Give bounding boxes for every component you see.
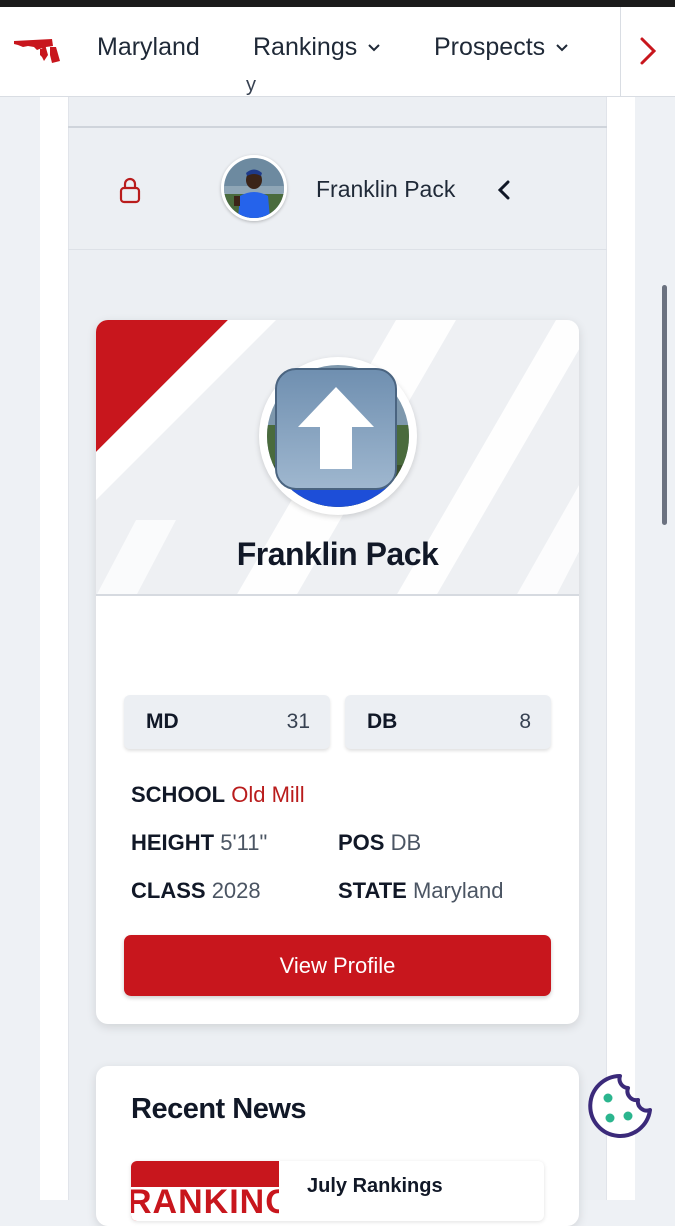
nav-item-prospects[interactable]: Prospects: [434, 33, 569, 62]
state-row: STATE Maryland: [338, 878, 503, 904]
scrollbar-thumb[interactable]: [662, 285, 667, 525]
upload-arrow-icon[interactable]: [274, 367, 398, 491]
news-item-title: July Rankings: [307, 1175, 443, 1197]
player-name: Franklin Pack: [316, 176, 456, 202]
recent-news-card: Recent News RANKINGS July Rankings: [96, 1066, 579, 1226]
class-value: 2028: [211, 878, 261, 903]
status-strip: [0, 0, 675, 7]
player-card-hero: Franklin Pack: [96, 320, 579, 596]
avatar[interactable]: [221, 155, 287, 221]
position-rank-pill: DB 8: [345, 695, 551, 749]
chevron-left-icon[interactable]: [494, 178, 514, 202]
position-row: POS DB: [338, 830, 421, 856]
position-label: POS: [338, 830, 385, 855]
player-card: Franklin Pack MD 31 DB 8 SCHOOL Old Mill…: [96, 320, 579, 1024]
nav-item-label: Maryland: [97, 33, 200, 61]
news-thumbnail: RANKINGS: [131, 1161, 279, 1221]
recent-news-heading: Recent News: [131, 1093, 307, 1125]
nav-item-label: Rankings: [253, 33, 358, 61]
nav-item-rankings[interactable]: Rankings: [253, 33, 381, 62]
height-row: HEIGHT 5'11": [131, 830, 267, 856]
player-card-name: Franklin Pack: [236, 536, 439, 572]
school-value[interactable]: Old Mill: [231, 782, 304, 807]
cut-off-heading: y: [246, 80, 256, 96]
rank-value: 8: [519, 710, 531, 733]
player-photo: [224, 158, 284, 218]
class-label: CLASS: [131, 878, 206, 903]
view-profile-button[interactable]: View Profile: [124, 935, 551, 996]
lock-icon[interactable]: [118, 176, 142, 204]
divider: [68, 249, 607, 250]
maryland-state-logo-icon[interactable]: [12, 37, 62, 67]
news-item[interactable]: RANKINGS July Rankings: [131, 1161, 544, 1221]
state-value: Maryland: [412, 878, 504, 903]
nav-divider: [620, 7, 621, 97]
rank-value: 31: [286, 710, 310, 733]
class-row: CLASS 2028: [131, 878, 261, 904]
position-value: DB: [390, 830, 422, 855]
chevron-down-icon: [556, 43, 568, 51]
nav-item-maryland[interactable]: Maryland: [97, 33, 200, 62]
rank-label: MD: [146, 710, 179, 733]
rank-label: DB: [367, 710, 398, 733]
thumbnail-text: RANKINGS: [131, 1183, 279, 1221]
top-navbar: Maryland Rankings Prospects: [0, 7, 675, 97]
school-row: SCHOOL Old Mill: [131, 782, 305, 808]
nav-item-label: Prospects: [434, 33, 546, 61]
height-value: 5'11": [220, 830, 268, 855]
height-label: HEIGHT: [131, 830, 215, 855]
divider: [68, 126, 607, 128]
school-label: SCHOOL: [131, 782, 226, 807]
cookie-icon[interactable]: [584, 1070, 656, 1142]
state-label: STATE: [338, 878, 407, 903]
state-rank-pill: MD 31: [124, 695, 330, 749]
chevron-right-icon[interactable]: [630, 33, 666, 69]
chevron-down-icon: [368, 43, 380, 51]
